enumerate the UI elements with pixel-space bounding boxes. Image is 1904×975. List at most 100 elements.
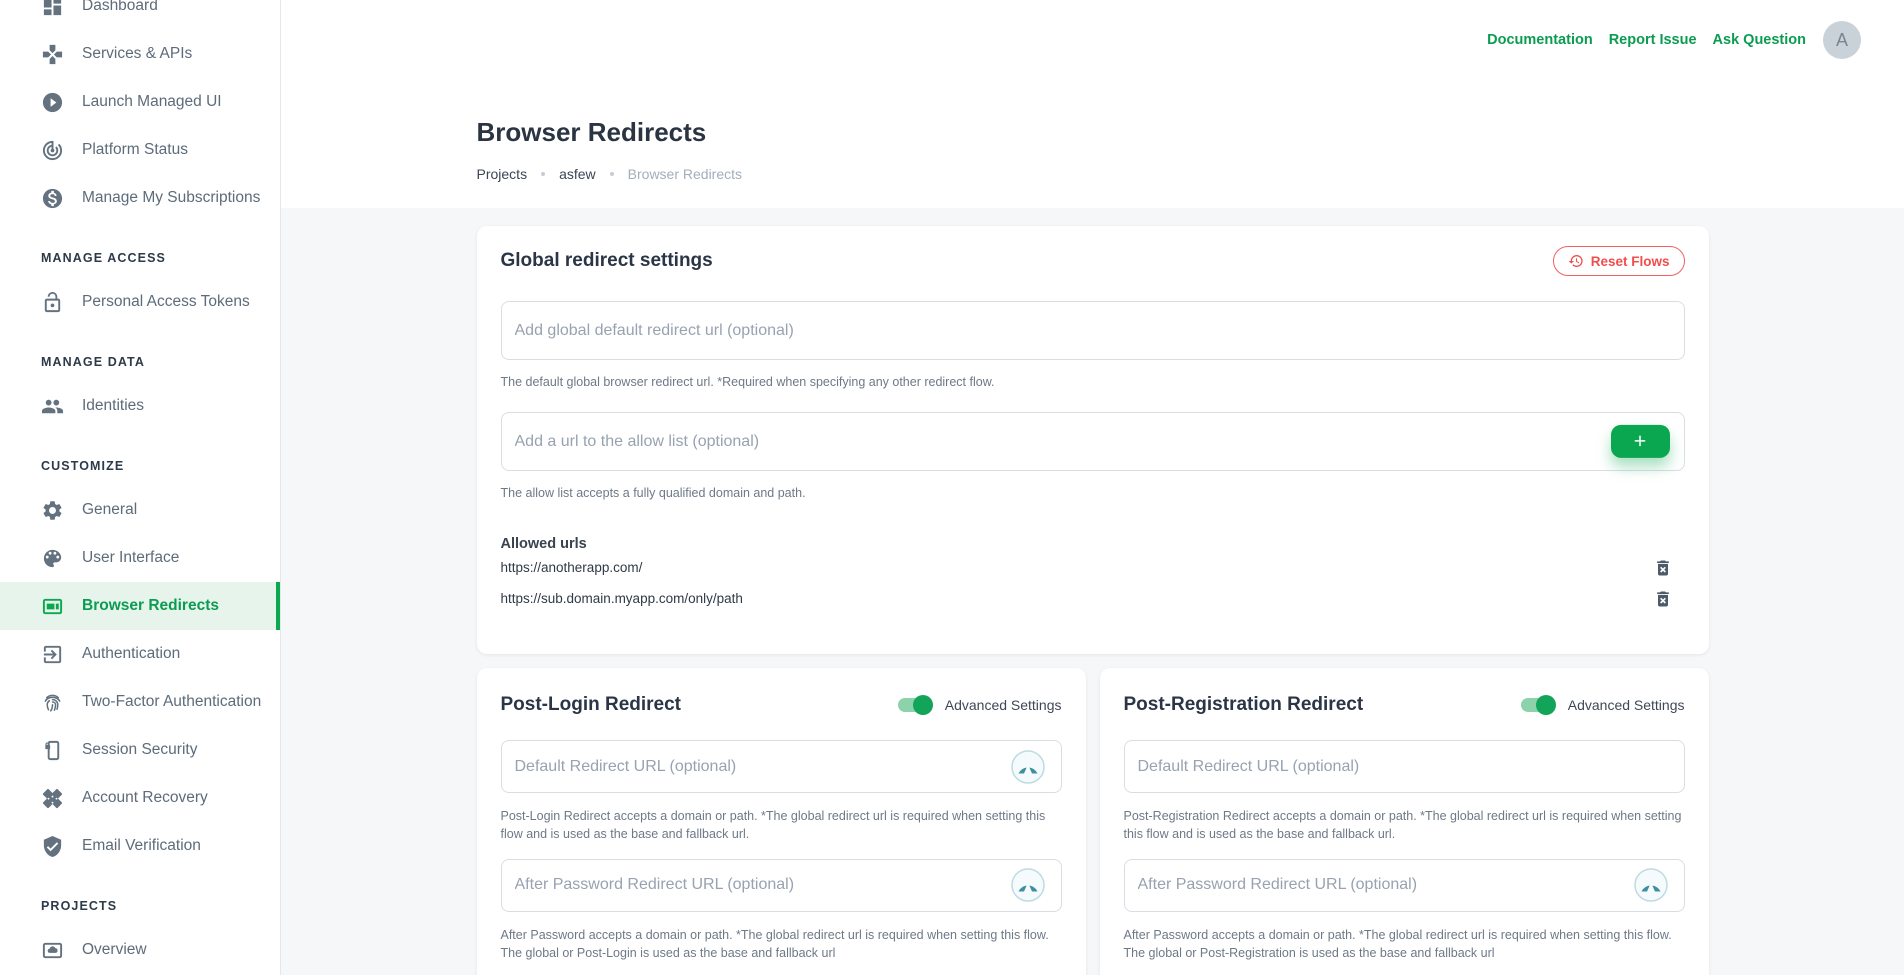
sidebar-item-launch-managed-ui[interactable]: Launch Managed UI xyxy=(0,78,280,126)
sidebar-item-browser-redirects[interactable]: Browser Redirects xyxy=(0,582,280,630)
global-default-redirect-input[interactable] xyxy=(501,301,1685,360)
sidebar-item-account-recovery[interactable]: Account Recovery xyxy=(0,774,280,822)
delete-url-button[interactable] xyxy=(1651,556,1675,580)
global-default-input-wrap xyxy=(501,301,1685,360)
post-login-default-input-wrap xyxy=(501,740,1062,793)
sidebar-item-label: Identities xyxy=(82,397,144,415)
post-registration-default-input-wrap xyxy=(1124,740,1685,793)
people-icon xyxy=(41,395,64,418)
avatar[interactable]: A xyxy=(1823,21,1861,59)
advanced-settings-label: Advanced Settings xyxy=(945,697,1062,713)
allow-list-input-wrap xyxy=(501,412,1685,471)
sidebar-section-manage-data: MANAGE DATA xyxy=(0,342,280,382)
post-registration-after-password-input[interactable] xyxy=(1124,859,1685,912)
sidebar-item-overview[interactable]: Overview xyxy=(0,926,280,974)
mountain-logo-icon xyxy=(1634,868,1668,902)
page-title: Browser Redirects xyxy=(477,116,1709,148)
reset-flows-label: Reset Flows xyxy=(1591,254,1670,269)
healing-icon xyxy=(41,787,64,810)
fingerprint-icon xyxy=(41,691,64,714)
mountain-logo-icon xyxy=(1011,750,1045,784)
sidebar-item-services-apis[interactable]: Services & APIs xyxy=(0,30,280,78)
sidebar-item-label: Two-Factor Authentication xyxy=(82,693,261,711)
post-registration-redirect-card: Post-Registration Redirect Advanced Sett… xyxy=(1100,668,1709,975)
sidebar-item-label: User Interface xyxy=(82,549,179,567)
exit-to-app-icon xyxy=(41,643,64,666)
sidebar-nav: Dashboard Services & APIs Launch Managed… xyxy=(0,0,280,974)
trash-delete-icon xyxy=(1653,589,1673,609)
add-url-button[interactable] xyxy=(1611,424,1670,457)
sidebar-item-two-factor[interactable]: Two-Factor Authentication xyxy=(0,678,280,726)
allowed-urls-title: Allowed urls xyxy=(501,536,1685,552)
post-registration-default-redirect-input[interactable] xyxy=(1124,740,1685,793)
post-login-redirect-card: Post-Login Redirect Advanced Settings xyxy=(477,668,1086,975)
sidebar-item-label: Overview xyxy=(82,941,147,959)
sidebar-item-label: Account Recovery xyxy=(82,789,208,807)
allowed-url-row: https://anotherapp.com/ xyxy=(501,552,1685,583)
cloud-box-icon xyxy=(41,939,64,962)
sidebar-item-identities[interactable]: Identities xyxy=(0,382,280,430)
sidebar-item-label: Session Security xyxy=(82,741,197,759)
plus-icon xyxy=(1631,432,1649,450)
post-login-after-password-input[interactable] xyxy=(501,859,1062,912)
sidebar-item-label: General xyxy=(82,501,137,519)
trash-delete-icon xyxy=(1653,558,1673,578)
allowed-url-text: https://sub.domain.myapp.com/only/path xyxy=(501,591,743,606)
sidebar-item-dashboard[interactable]: Dashboard xyxy=(0,0,280,30)
toggle-knob xyxy=(1536,695,1556,715)
shield-check-icon xyxy=(41,835,64,858)
documentation-link[interactable]: Documentation xyxy=(1487,32,1593,48)
post-login-advanced-toggle[interactable] xyxy=(897,695,933,715)
phone-lock-icon xyxy=(41,739,64,762)
sidebar-item-label: Launch Managed UI xyxy=(82,93,222,111)
advanced-settings-label: Advanced Settings xyxy=(1568,697,1685,713)
sidebar-section-customize: CUSTOMIZE xyxy=(0,446,280,486)
sidebar-item-user-interface[interactable]: User Interface xyxy=(0,534,280,582)
breadcrumb-current: Browser Redirects xyxy=(628,166,742,182)
breadcrumb-project-name[interactable]: asfew xyxy=(559,166,596,182)
dpad-games-icon xyxy=(41,43,64,66)
history-restore-icon xyxy=(1568,253,1584,269)
sidebar-item-platform-status[interactable]: Platform Status xyxy=(0,126,280,174)
sidebar-item-general[interactable]: General xyxy=(0,486,280,534)
sidebar-section-projects: PROJECTS xyxy=(0,886,280,926)
reset-flows-button[interactable]: Reset Flows xyxy=(1553,246,1685,276)
play-circle-icon xyxy=(41,91,64,114)
breadcrumb: Projects asfew Browser Redirects xyxy=(477,166,1709,208)
global-default-help: The default global browser redirect url.… xyxy=(501,373,1685,391)
sidebar-item-label: Platform Status xyxy=(82,141,188,159)
sidebar-item-session-security[interactable]: Session Security xyxy=(0,726,280,774)
page-head: Browser Redirects Projects asfew Browser… xyxy=(281,80,1904,208)
post-login-after-password-help: After Password accepts a domain or path.… xyxy=(501,926,1062,962)
breadcrumb-projects[interactable]: Projects xyxy=(477,166,528,182)
sidebar-section-manage-access: MANAGE ACCESS xyxy=(0,238,280,278)
breadcrumb-separator-dot xyxy=(541,172,545,176)
main-area: Documentation Report Issue Ask Question … xyxy=(281,0,1904,975)
post-registration-advanced-toggle[interactable] xyxy=(1520,695,1556,715)
post-login-default-redirect-input[interactable] xyxy=(501,740,1062,793)
sidebar-item-personal-access-tokens[interactable]: Personal Access Tokens xyxy=(0,278,280,326)
ask-question-link[interactable]: Ask Question xyxy=(1713,32,1806,48)
post-login-default-help: Post-Login Redirect accepts a domain or … xyxy=(501,807,1062,843)
dollar-circle-icon xyxy=(41,187,64,210)
topbar: Documentation Report Issue Ask Question … xyxy=(281,0,1904,80)
post-registration-advanced-toggle-group: Advanced Settings xyxy=(1520,695,1685,715)
content-well: Global redirect settings Reset Flows The… xyxy=(281,208,1904,975)
sidebar: Dashboard Services & APIs Launch Managed… xyxy=(0,0,281,975)
sidebar-item-label: Personal Access Tokens xyxy=(82,293,250,311)
post-login-advanced-toggle-group: Advanced Settings xyxy=(897,695,1062,715)
browser-window-icon xyxy=(41,595,64,618)
sidebar-item-manage-subscriptions[interactable]: Manage My Subscriptions xyxy=(0,174,280,222)
sidebar-item-authentication[interactable]: Authentication xyxy=(0,630,280,678)
sidebar-item-email-verification[interactable]: Email Verification xyxy=(0,822,280,870)
global-card-title: Global redirect settings xyxy=(501,250,713,272)
palette-icon xyxy=(41,547,64,570)
sidebar-item-label: Browser Redirects xyxy=(82,597,219,615)
report-issue-link[interactable]: Report Issue xyxy=(1609,32,1697,48)
delete-url-button[interactable] xyxy=(1651,587,1675,611)
post-registration-after-password-input-wrap xyxy=(1124,859,1685,912)
allowed-url-text: https://anotherapp.com/ xyxy=(501,560,643,575)
global-redirect-settings-card: Global redirect settings Reset Flows The… xyxy=(477,226,1709,654)
mountain-logo-icon xyxy=(1011,868,1045,902)
allow-list-url-input[interactable] xyxy=(501,412,1685,471)
